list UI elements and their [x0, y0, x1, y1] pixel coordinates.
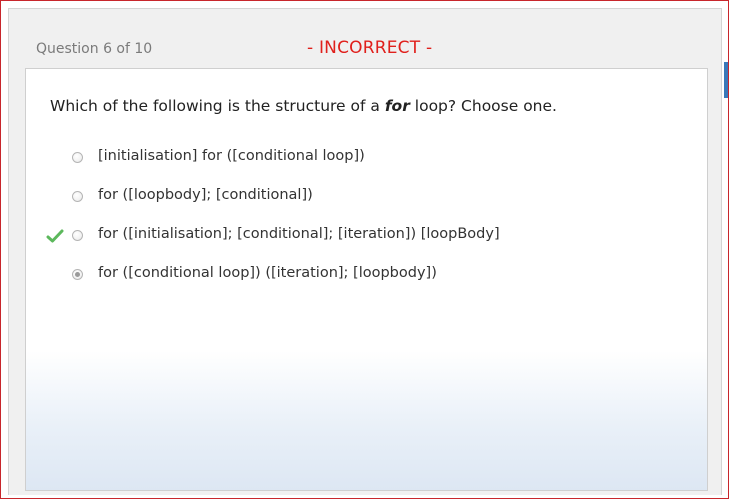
- answer-option-label: for ([initialisation]; [conditional]; [i…: [98, 226, 500, 242]
- radio-button[interactable]: [72, 230, 83, 241]
- answer-option[interactable]: for ([initialisation]; [conditional]; [i…: [26, 225, 666, 247]
- answer-option-label: for ([loopbody]; [conditional]): [98, 187, 313, 203]
- question-card: Which of the following is the structure …: [25, 68, 708, 491]
- quiz-header: Question 6 of 10 - INCORRECT -: [27, 38, 707, 62]
- question-prefix: Which of the following is the structure …: [50, 97, 385, 115]
- answer-option[interactable]: [initialisation] for ([conditional loop]…: [26, 147, 666, 169]
- check-icon: [46, 229, 64, 243]
- result-status: - INCORRECT -: [307, 38, 433, 58]
- radio-button-selected[interactable]: [72, 269, 83, 280]
- scroll-accent: [724, 62, 728, 98]
- answer-option[interactable]: for ([conditional loop]) ([iteration]; […: [26, 264, 666, 286]
- answer-option-label: for ([conditional loop]) ([iteration]; […: [98, 265, 437, 281]
- question-emphasis: for: [384, 97, 410, 115]
- question-counter: Question 6 of 10: [36, 41, 153, 57]
- radio-button[interactable]: [72, 152, 83, 163]
- answer-option[interactable]: for ([loopbody]; [conditional]): [26, 186, 666, 208]
- radio-button[interactable]: [72, 191, 83, 202]
- answer-option-label: [initialisation] for ([conditional loop]…: [98, 148, 365, 164]
- question-suffix: loop? Choose one.: [409, 97, 557, 115]
- question-text: Which of the following is the structure …: [50, 97, 557, 115]
